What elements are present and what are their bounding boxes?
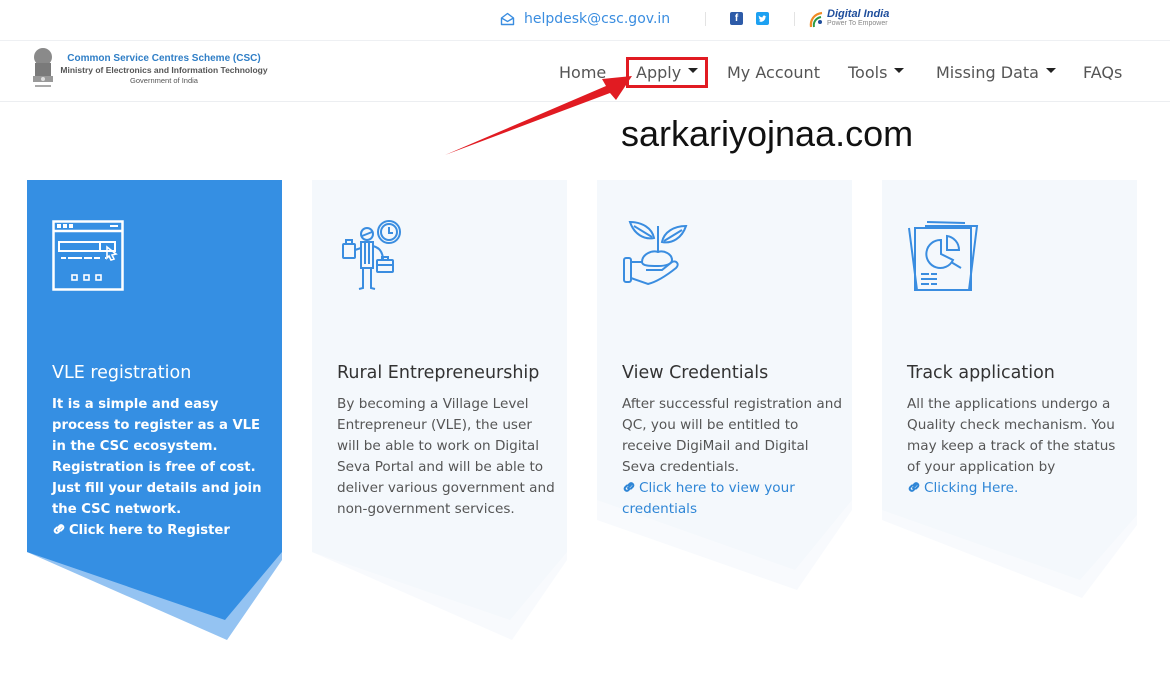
- digital-india-title: Digital India: [827, 8, 890, 20]
- digital-india-logo: Digital India Power To Empower: [808, 9, 889, 28]
- site-header: Common Service Centres Scheme (CSC) Mini…: [0, 41, 1170, 102]
- facebook-icon[interactable]: f: [730, 12, 743, 25]
- track-application-link[interactable]: Clicking Here.: [907, 480, 1018, 496]
- top-bar: helpdesk@csc.gov.in f Digital India Powe…: [0, 0, 1170, 41]
- national-emblem-icon: [33, 48, 53, 87]
- card-title: Track application: [907, 363, 1055, 383]
- nav-faqs[interactable]: FAQs: [1083, 61, 1122, 83]
- twitter-icon[interactable]: [756, 12, 769, 25]
- digital-india-tagline: Power To Empower: [827, 20, 888, 27]
- link-icon: [53, 524, 65, 534]
- card-title: VLE registration: [52, 363, 192, 383]
- register-link[interactable]: Click here to Register: [52, 523, 230, 538]
- nav-my-account[interactable]: My Account: [727, 61, 820, 83]
- plant-in-hand-icon: [623, 220, 688, 286]
- view-credentials-link[interactable]: Click here to view your credentials: [622, 480, 795, 517]
- link-icon: [623, 482, 635, 492]
- brand-title: Common Service Centres Scheme (CSC): [67, 53, 261, 64]
- card-description: All the applications undergo a Quality c…: [907, 396, 1116, 496]
- card-description: It is a simple and easy process to regis…: [52, 397, 262, 538]
- report-documents-icon: [908, 221, 979, 291]
- card-title: View Credentials: [622, 363, 769, 383]
- brand-government: Government of India: [130, 76, 198, 85]
- entrepreneur-icon: [342, 220, 401, 290]
- helpdesk-email: helpdesk@csc.gov.in: [524, 11, 671, 27]
- browser-window-icon: [52, 220, 124, 291]
- link-icon: [908, 482, 920, 492]
- apply-highlight-box: [626, 57, 708, 88]
- divider: [705, 12, 706, 26]
- nav-tools[interactable]: Tools: [848, 61, 905, 83]
- watermark-text: sarkariyojnaa.com: [621, 113, 914, 154]
- helpdesk-email-link[interactable]: helpdesk@csc.gov.in: [500, 10, 670, 28]
- brand-ministry: Ministry of Electronics and Information …: [60, 65, 268, 75]
- caret-down-icon: [1045, 67, 1056, 73]
- nav-missing-data[interactable]: Missing Data: [936, 61, 1056, 83]
- csc-brand[interactable]: Common Service Centres Scheme (CSC) Mini…: [58, 53, 270, 86]
- digital-india-swirl-icon: [809, 11, 823, 27]
- caret-down-icon: [894, 67, 905, 73]
- nav-home[interactable]: Home: [559, 61, 606, 83]
- card-description: By becoming a Village Level Entrepreneur…: [337, 396, 555, 517]
- envelope-icon: [500, 12, 515, 26]
- card-title: Rural Entrepreneurship: [337, 363, 540, 383]
- card-description: After successful registration and QC, yo…: [622, 396, 842, 517]
- divider: [794, 12, 795, 26]
